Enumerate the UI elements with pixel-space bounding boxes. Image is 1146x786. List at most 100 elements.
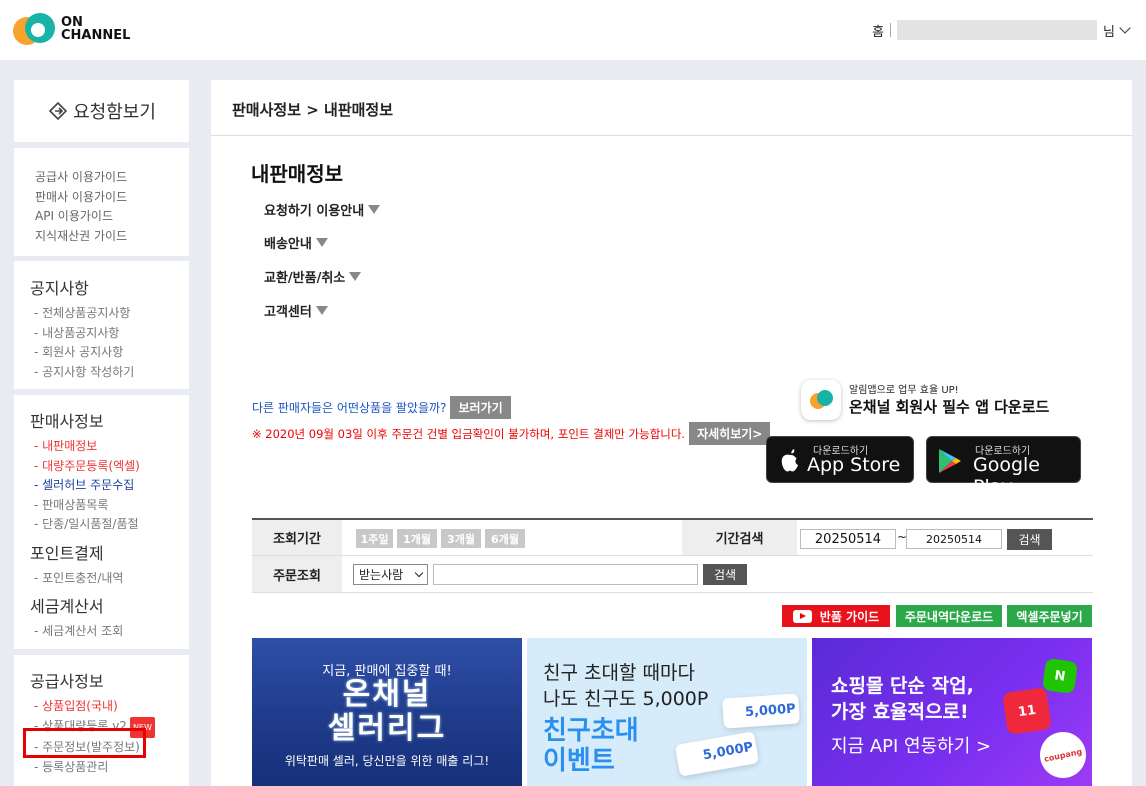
excel-order-button[interactable]: 엑셀주문넣기	[1007, 605, 1092, 627]
request-label: 요청함보기	[73, 102, 156, 123]
search-table: 조회기간 1주일 1개월 3개월 6개월 기간검색 20250514 ~ 202…	[252, 518, 1093, 593]
sidebar-item-member-notice[interactable]: - 회원사 공지사항	[30, 343, 189, 363]
guide-link-api[interactable]: API 이용가이드	[35, 207, 189, 227]
date-from-input[interactable]: 20250514	[800, 529, 896, 549]
triangle-down-icon	[349, 272, 362, 281]
sidebar-item-sales-list[interactable]: - 판매상품목록	[30, 496, 189, 516]
period-1week-button[interactable]: 1주일	[356, 529, 393, 548]
sidebar-item-point-charge[interactable]: - 포인트충전/내역	[30, 569, 189, 589]
seller-box: 판매사정보 - 내판매정보 - 대량주문등록(엑셀) - 셀러허브 주문수집 -…	[14, 395, 189, 649]
friend-invite-banner[interactable]: 친구 초대할 때마다 나도 친구도 5,000P 친구초대 이벤트 5,000P…	[527, 638, 807, 786]
guide-link-seller[interactable]: 판매사 이용가이드	[35, 188, 189, 208]
banner1-line3: 위탁판매 셀러, 당신만을 위한 매출 리그!	[284, 754, 490, 768]
onchannel-logo[interactable]: ON CHANNEL	[13, 13, 130, 45]
triangle-down-icon	[368, 205, 381, 214]
sidebar-item-my-sales[interactable]: - 내판매정보	[30, 437, 189, 457]
warning-text: ※ 2020년 09월 03일 이후 주문건 건별 입금확인이 불가하며, 포인…	[252, 426, 686, 441]
date-to-input[interactable]: 20250514	[906, 529, 1002, 549]
sidebar-item-soldout[interactable]: - 단종/일시품절/품절	[30, 515, 189, 535]
divider	[890, 23, 892, 37]
request-box-button[interactable]: 요청함보기	[14, 80, 189, 142]
detail-button[interactable]: 자세히보기>	[689, 422, 771, 445]
sidebar-item-registered-products[interactable]: - 등록상품관리	[30, 758, 189, 778]
accordion-customer-center[interactable]: 고객센터	[264, 301, 328, 320]
sidebar-item-write-notice[interactable]: - 공지사항 작성하기	[30, 363, 189, 383]
range-label: 기간검색	[682, 520, 797, 555]
accordion-usage-guide[interactable]: 요청하기 이용안내	[264, 200, 381, 219]
guide-link-supplier[interactable]: 공급사 이용가이드	[35, 168, 189, 188]
sidebar-item-bulk-order[interactable]: - 대량주문등록(엑셀)	[30, 457, 189, 477]
main-panel: 판매사정보 > 내판매정보 내판매정보 요청하기 이용안내 배송안내 교환/반품…	[211, 80, 1132, 786]
search-row-order: 주문조회 받는사람 검색	[252, 556, 1093, 593]
triangle-down-icon	[315, 306, 328, 315]
home-link[interactable]: 홈	[872, 21, 884, 40]
appstore-button[interactable]: 다운로드하기 App Store	[766, 436, 914, 483]
point-card-2: 5,000P	[674, 731, 760, 777]
supplier-title: 공급사정보	[30, 672, 104, 691]
point-card-1: 5,000P	[722, 693, 800, 729]
guide-box: 공급사 이용가이드 판매사 이용가이드 API 이용가이드 지식재산권 가이드	[14, 148, 189, 256]
guide-link-ip[interactable]: 지식재산권 가이드	[35, 227, 189, 247]
period-1month-button[interactable]: 1개월	[397, 529, 437, 548]
app-promo-main: 온채널 회원사 필수 앱 다운로드	[849, 398, 1050, 416]
logo-icon	[13, 13, 55, 45]
seller-league-banner[interactable]: 지금, 판매에 집중할 때! 온채널 셀러리그 위탁판매 셀러, 당신만을 위한…	[252, 638, 522, 786]
n-logo-tile: N	[1041, 657, 1079, 695]
sidebar-item-tax-invoice[interactable]: - 세금계산서 조회	[30, 622, 189, 642]
apple-icon	[781, 449, 798, 472]
seller-title: 판매사정보	[30, 412, 104, 431]
order-download-button[interactable]: 주문내역다운로드	[896, 605, 1002, 627]
top-bar: ON CHANNEL 홈 님	[0, 0, 1146, 60]
accordion-shipping[interactable]: 배송안내	[264, 233, 328, 252]
google-play-icon	[939, 449, 961, 473]
coupang-logo-tile: coupang	[1035, 727, 1091, 783]
date-search-button[interactable]: 검색	[1007, 529, 1052, 550]
app-icon	[801, 380, 841, 420]
sidebar-item-product-entry[interactable]: - 상품입점(국내)	[30, 697, 189, 717]
sidebar-item-sellerhub[interactable]: - 셀러허브 주문수집	[30, 476, 189, 496]
chevron-down-icon[interactable]	[1119, 22, 1131, 34]
banner2-title: 친구초대 이벤트	[543, 716, 639, 776]
user-suffix: 님	[1103, 24, 1115, 40]
recipient-select[interactable]: 받는사람	[353, 564, 428, 585]
period-6month-button[interactable]: 6개월	[485, 529, 525, 548]
sidebar-item-my-notice[interactable]: - 내상품공지사항	[30, 324, 189, 344]
order-search-button[interactable]: 검색	[703, 564, 747, 585]
view-button[interactable]: 보러가기	[450, 396, 511, 419]
notice-box: 공지사항 - 전체상품공지사항 - 내상품공지사항 - 회원사 공지사항 - 공…	[14, 261, 189, 389]
point-title: 포인트결제	[30, 543, 104, 563]
supplier-box: 공급사정보 - 상품입점(국내) - 상품대량등록 v2 NEW - 주문정보(발…	[14, 655, 189, 786]
11st-logo-tile: 11	[1002, 687, 1052, 735]
banner2-text: 친구 초대할 때마다 나도 친구도 5,000P	[543, 662, 709, 710]
app-promo-sub: 알림앱으로 업무 효율 UP!	[849, 385, 959, 396]
masked-username	[897, 20, 1098, 40]
googleplay-big: Google Play	[973, 454, 1041, 498]
notice-title: 공지사항	[30, 279, 89, 298]
other-sellers-text: 다른 판매자들은 어떤상품을 팔았을까?	[252, 401, 447, 415]
api-banner[interactable]: 쇼핑몰 단순 작업, 가장 효율적으로! 지금 API 연동하기 > N 11 …	[812, 638, 1092, 786]
youtube-icon	[792, 609, 812, 623]
sidebar-item-all-notice[interactable]: - 전체상품공지사항	[30, 304, 189, 324]
period-3month-button[interactable]: 3개월	[441, 529, 481, 548]
breadcrumb-bar: 판매사정보 > 내판매정보	[211, 80, 1132, 136]
chevron-down-icon	[414, 568, 424, 578]
appstore-big: App Store	[807, 454, 901, 476]
other-sellers-line: 다른 판매자들은 어떤상품을 팔았을까? 보러가기	[252, 396, 511, 419]
banner1-title: 온채널 셀러리그	[327, 677, 447, 746]
period-label: 조회기간	[252, 520, 342, 555]
return-guide-button[interactable]: 반품 가이드	[782, 605, 890, 627]
warning-line: ※ 2020년 09월 03일 이후 주문건 건별 입금확인이 불가하며, 포인…	[252, 422, 771, 445]
search-row-period: 조회기간 1주일 1개월 3개월 6개월 기간검색 20250514 ~ 202…	[252, 520, 1093, 556]
order-search-input[interactable]	[433, 564, 698, 585]
triangle-down-icon	[315, 238, 328, 247]
logo-text: ON CHANNEL	[61, 15, 131, 43]
accordion-exchange[interactable]: 교환/반품/취소	[264, 267, 362, 286]
banner3-text: 쇼핑몰 단순 작업, 가장 효율적으로!	[831, 675, 974, 723]
tax-title: 세금계산서	[30, 597, 104, 616]
highlight-box	[23, 728, 146, 758]
order-label: 주문조회	[252, 556, 342, 592]
breadcrumb: 판매사정보 > 내판매정보	[232, 101, 394, 119]
page-title: 내판매정보	[251, 162, 343, 186]
user-area: 홈 님	[872, 20, 1131, 40]
googleplay-button[interactable]: 다운로드하기 Google Play	[926, 436, 1081, 498]
